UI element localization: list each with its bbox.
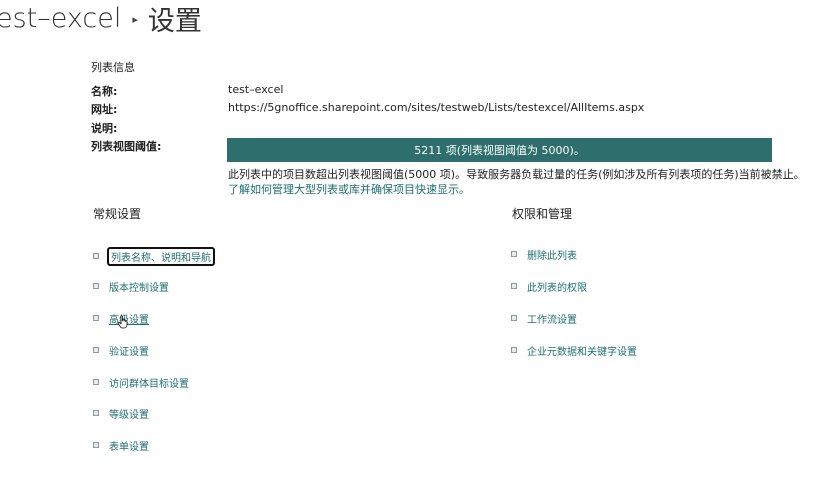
link-list-permissions[interactable]: 此列表的权限 [511,278,589,294]
threshold-note: 此列表中的项目数超出列表视图阈值(5000 项)。导致服务器负载过量的任务(例如… [228,168,805,181]
link-label: 列表名称、说明和导航 [107,246,215,266]
link-delete-list[interactable]: 删除此列表 [511,246,579,262]
link-label: 验证设置 [109,346,149,358]
link-versioning-settings[interactable]: 版本控制设置 [93,278,171,294]
link-label: 等级设置 [109,409,149,421]
url-value: https://5gnoffice.sharepoint.com/sites/t… [228,101,645,114]
link-label: 工作流设置 [527,314,577,326]
link-label: 此列表的权限 [527,282,587,294]
hand-cursor-icon [117,315,128,329]
bullet-icon [93,442,99,448]
link-label: 版本控制设置 [109,282,169,294]
link-label: 高级设置 [109,314,149,326]
page-title: est–excel ▸ 设置 [0,0,202,37]
link-audience-targeting-settings[interactable]: 访问群体目标设置 [93,374,191,390]
name-value: test–excel [228,83,284,96]
link-form-settings[interactable]: 表单设置 [93,437,151,453]
link-rating-settings[interactable]: 等级设置 [93,405,151,421]
bullet-icon [93,283,99,289]
bullet-icon [93,253,99,259]
bullet-icon [511,347,517,353]
list-info-heading: 列表信息 [91,61,135,74]
threshold-status-text: 5211 项(列表视图阈值为 5000)。 [414,144,585,157]
breadcrumb-list-link[interactable]: est–excel [0,3,121,34]
permissions-heading: 权限和管理 [512,207,573,221]
breadcrumb-current: 设置 [147,5,202,37]
description-label: 说明: [91,122,118,135]
bullet-icon [511,315,517,321]
link-label: 删除此列表 [527,250,577,262]
link-label: 企业元数据和关键字设置 [527,346,637,358]
general-settings-heading: 常规设置 [93,207,142,221]
link-label: 表单设置 [109,441,149,453]
bullet-icon [93,315,99,321]
link-workflow-settings[interactable]: 工作流设置 [511,310,579,326]
link-validation-settings[interactable]: 验证设置 [93,342,151,358]
threshold-help-link[interactable]: 了解如何管理大型列表或库并确保项目快速显示。 [228,181,470,197]
bullet-icon [93,410,99,416]
link-label: 访问群体目标设置 [109,378,189,390]
link-list-name-description-navigation[interactable]: 列表名称、说明和导航 [93,246,215,266]
bullet-icon [511,251,517,257]
url-label: 网址: [91,103,118,116]
bullet-icon [93,347,99,353]
threshold-label: 列表视图阈值: [91,140,162,153]
name-label: 名称: [91,85,118,98]
breadcrumb-separator-icon: ▸ [132,12,138,26]
threshold-status-bar: 5211 项(列表视图阈值为 5000)。 [227,138,772,162]
bullet-icon [93,379,99,385]
link-enterprise-metadata-keywords[interactable]: 企业元数据和关键字设置 [511,342,639,358]
bullet-icon [511,283,517,289]
